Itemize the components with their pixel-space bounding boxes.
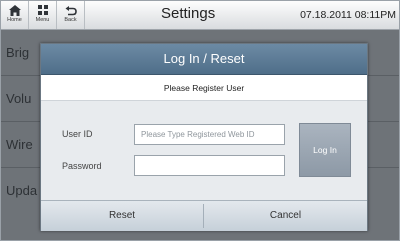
top-bar: Home Menu Back Settings 07.18.2011 08:11… bbox=[1, 1, 399, 30]
dialog-title: Log In / Reset bbox=[163, 51, 245, 66]
dialog-header: Log In / Reset bbox=[41, 44, 367, 75]
dialog-footer: Reset Cancel bbox=[41, 200, 367, 231]
home-icon bbox=[8, 5, 21, 16]
menu-label: Menu bbox=[35, 17, 50, 23]
reset-button[interactable]: Reset bbox=[41, 201, 203, 231]
list-item-label: Wire bbox=[6, 137, 33, 152]
password-label: Password bbox=[62, 161, 102, 171]
menu-button[interactable]: Menu bbox=[29, 1, 57, 29]
list-item-label: Brig bbox=[6, 45, 30, 60]
dialog-subtitle-bar: Please Register User bbox=[41, 75, 367, 101]
log-in-button[interactable]: Log In bbox=[299, 123, 351, 177]
login-reset-dialog: Log In / Reset Please Register User User… bbox=[40, 43, 368, 231]
password-input[interactable] bbox=[134, 155, 285, 176]
page-title: Settings bbox=[161, 5, 216, 22]
datetime-display: 07.18.2011 08:11PM bbox=[300, 9, 396, 21]
list-item-label: Upda bbox=[6, 183, 38, 198]
list-item-label: Volu bbox=[6, 91, 32, 106]
user-id-label: User ID bbox=[62, 129, 93, 139]
grid-menu-icon bbox=[37, 5, 48, 15]
dialog-subtitle: Please Register User bbox=[163, 83, 245, 93]
back-button[interactable]: Back bbox=[57, 1, 85, 29]
back-arrow-icon bbox=[65, 6, 77, 16]
user-id-input[interactable] bbox=[134, 124, 285, 145]
cancel-button[interactable]: Cancel bbox=[204, 201, 367, 231]
home-label: Home bbox=[7, 17, 22, 23]
back-label: Back bbox=[64, 17, 77, 23]
home-button[interactable]: Home bbox=[1, 1, 29, 29]
